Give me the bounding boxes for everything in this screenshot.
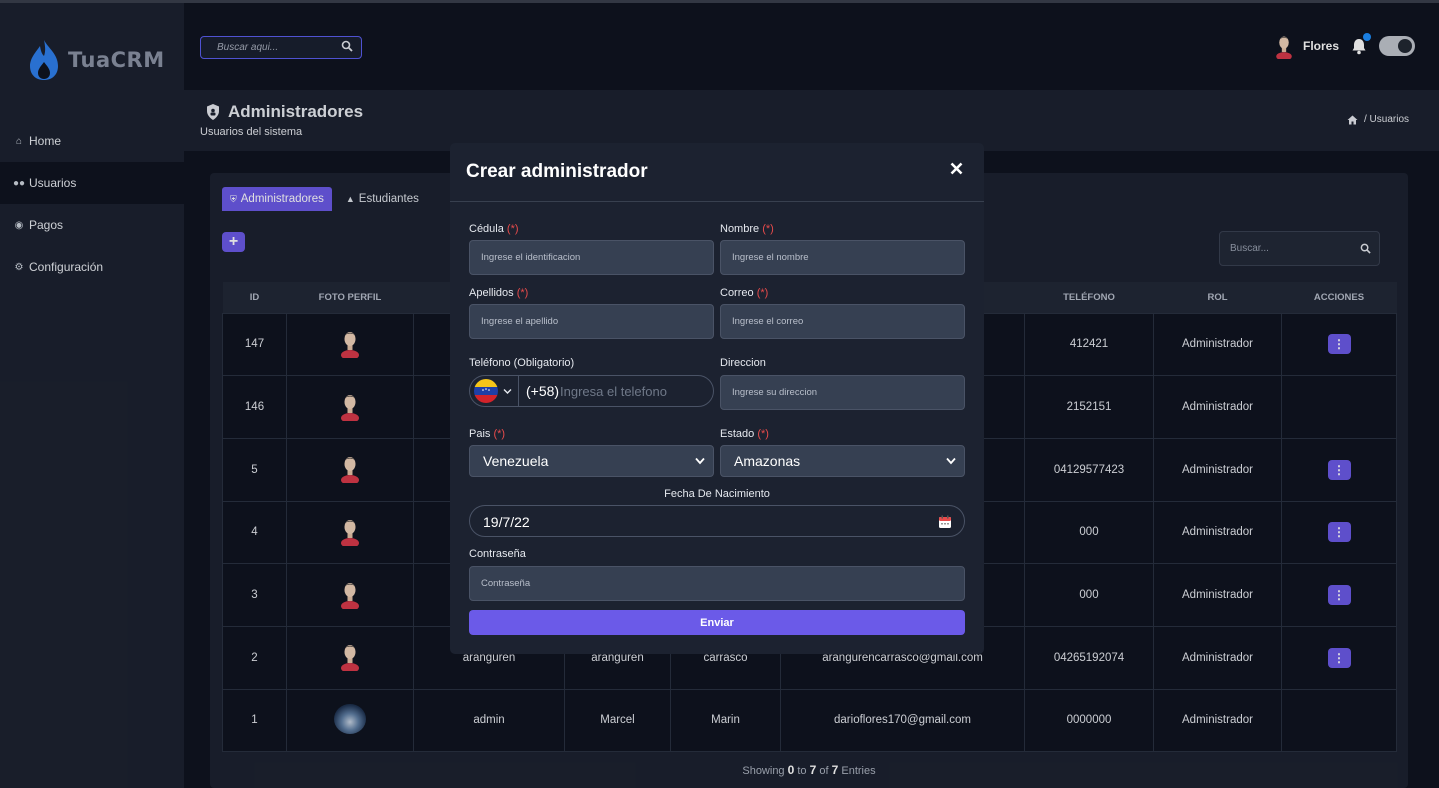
estado-label-text: Estado bbox=[720, 428, 755, 440]
calendar-icon[interactable] bbox=[938, 515, 952, 529]
correo-label: Correo (*) bbox=[720, 287, 768, 299]
required-mark: (*) bbox=[506, 223, 519, 235]
estado-selected-value: Amazonas bbox=[734, 453, 801, 469]
pais-selected-value: Venezuela bbox=[483, 453, 549, 469]
pais-label: Pais (*) bbox=[469, 428, 505, 440]
birthdate-value: 19/7/22 bbox=[483, 514, 530, 530]
cedula-label: Cédula (*) bbox=[469, 223, 519, 235]
phone-input-group: (+58) bbox=[469, 375, 714, 407]
chevron-down-icon bbox=[946, 457, 956, 465]
required-mark: (*) bbox=[757, 428, 769, 440]
nombre-field[interactable] bbox=[720, 240, 965, 275]
apellidos-label-text: Apellidos bbox=[469, 287, 514, 299]
chevron-down-icon[interactable] bbox=[503, 388, 512, 395]
direccion-field[interactable] bbox=[720, 375, 965, 410]
modal-divider bbox=[450, 201, 984, 202]
cedula-label-text: Cédula bbox=[469, 223, 504, 235]
required-mark: (*) bbox=[516, 287, 529, 299]
password-field[interactable] bbox=[469, 566, 965, 601]
required-mark: (*) bbox=[762, 223, 774, 235]
close-icon[interactable] bbox=[950, 162, 963, 175]
nombre-label: Nombre (*) bbox=[720, 223, 774, 235]
chevron-down-icon bbox=[695, 457, 705, 465]
modal-title: Crear administrador bbox=[466, 161, 648, 182]
apellidos-field[interactable] bbox=[469, 304, 714, 339]
correo-label-text: Correo bbox=[720, 287, 754, 299]
phone-separator bbox=[518, 376, 519, 406]
birthdate-field[interactable]: 19/7/22 bbox=[469, 505, 965, 537]
estado-label: Estado (*) bbox=[720, 428, 769, 440]
cedula-field[interactable] bbox=[469, 240, 714, 275]
country-flag-selector[interactable] bbox=[474, 379, 498, 403]
pais-label-text: Pais bbox=[469, 428, 491, 440]
create-admin-modal: Crear administrador Cédula (*) Nombre (*… bbox=[450, 143, 984, 654]
contrasena-label: Contraseña bbox=[469, 548, 526, 560]
pais-select[interactable]: Venezuela bbox=[469, 445, 714, 477]
submit-button[interactable]: Enviar bbox=[469, 610, 965, 635]
fecha-label: Fecha De Nacimiento bbox=[664, 488, 770, 500]
required-mark: (*) bbox=[756, 287, 769, 299]
phone-field[interactable] bbox=[560, 377, 710, 405]
nombre-label-text: Nombre bbox=[720, 223, 760, 235]
apellidos-label: Apellidos (*) bbox=[469, 287, 528, 299]
venezuela-flag-icon bbox=[474, 379, 498, 403]
telefono-label: Teléfono (Obligatorio) bbox=[469, 357, 575, 369]
required-mark: (*) bbox=[493, 428, 506, 440]
phone-country-code: (+58) bbox=[526, 383, 560, 399]
estado-select[interactable]: Amazonas bbox=[720, 445, 965, 477]
correo-field[interactable] bbox=[720, 304, 965, 339]
direccion-label: Direccion bbox=[720, 357, 766, 369]
